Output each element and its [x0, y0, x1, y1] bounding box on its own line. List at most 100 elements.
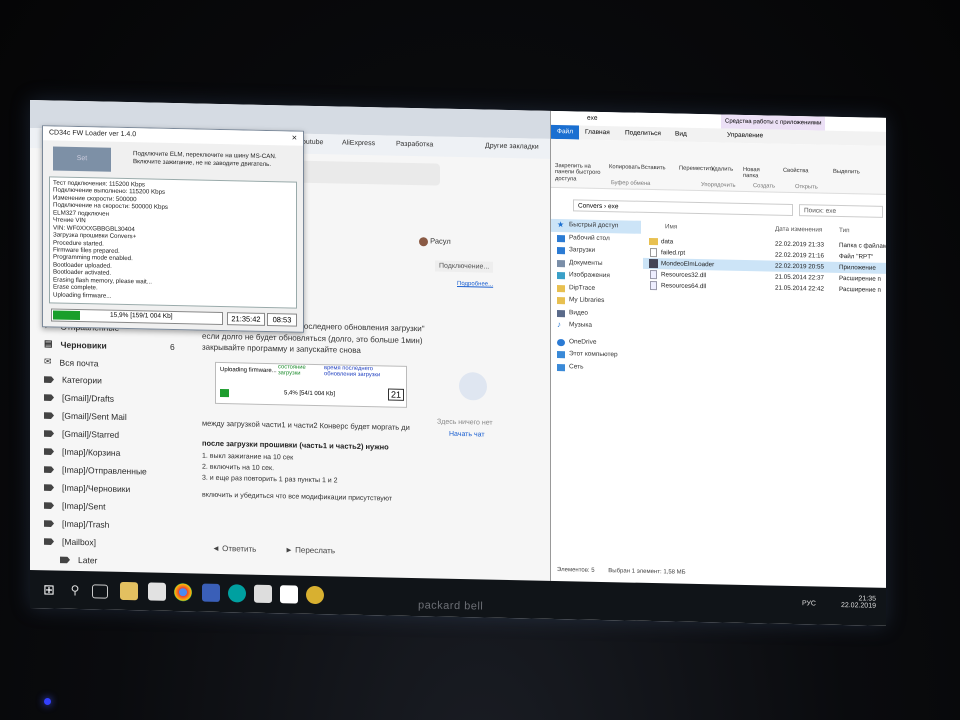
- system-tray: РУС 21:35 22.02.2019: [802, 595, 876, 610]
- language-indicator[interactable]: РУС: [802, 600, 816, 607]
- nav-label-item[interactable]: Later: [60, 555, 97, 565]
- label-icon: [60, 556, 70, 563]
- address-bar[interactable]: Convers › exe: [573, 199, 793, 216]
- nav-label-item[interactable]: [Imap]/Sent: [44, 500, 106, 512]
- tab-home[interactable]: Главная: [585, 129, 610, 137]
- chat-user-name: Расул: [430, 236, 451, 246]
- status-count: Элементов: 5: [557, 567, 595, 574]
- explorer-search[interactable]: Поиск: exe: [799, 204, 883, 218]
- notes-icon[interactable]: [280, 585, 298, 604]
- clock-date[interactable]: 22.02.2019: [841, 602, 876, 610]
- tree-label: My Libraries: [569, 296, 605, 305]
- arduino-icon[interactable]: [228, 584, 246, 603]
- tree-label: Документы: [569, 258, 603, 267]
- tree-item[interactable]: Сеть: [551, 360, 641, 374]
- reply-button[interactable]: ◄ Ответить: [212, 544, 256, 554]
- tree-label: DipTrace: [569, 283, 596, 292]
- nav-label-item[interactable]: [Gmail]/Starred: [44, 428, 119, 440]
- tree-label: Музыка: [569, 321, 592, 329]
- start-chat-link[interactable]: Начать чат: [449, 431, 485, 439]
- img-text: Uploading firmware...: [220, 366, 277, 375]
- col-type[interactable]: Тип: [839, 225, 850, 236]
- loader-app-icon[interactable]: [306, 585, 324, 605]
- save-icon[interactable]: [202, 583, 220, 602]
- forward-button[interactable]: ► Переслать: [285, 545, 335, 555]
- label-icon: [44, 412, 54, 419]
- tab-view[interactable]: Вид: [675, 131, 687, 138]
- music-icon: ♪: [557, 320, 561, 330]
- select-button[interactable]: Выделить: [833, 169, 860, 176]
- nav-label-item[interactable]: [Gmail]/Sent Mail: [44, 410, 127, 422]
- drafts-count: 6: [170, 341, 175, 352]
- tab-manage[interactable]: Управление: [727, 132, 763, 140]
- nav-label-item[interactable]: [Imap]/Trash: [44, 518, 109, 530]
- loader-start-button[interactable]: Set: [53, 146, 111, 172]
- explorer-icon[interactable]: [120, 581, 138, 601]
- loader-log: Тест подключения: 115200 Kbps Подключени…: [49, 176, 297, 309]
- dll-icon: [650, 269, 657, 280]
- loader-progress-bar: 15,9% [159/1 004 Kb]: [51, 308, 223, 326]
- store-icon[interactable]: [148, 582, 166, 601]
- bookmark-dev[interactable]: Разработка: [396, 141, 433, 149]
- file-name: data: [661, 238, 674, 246]
- nav-label-item[interactable]: [Mailbox]: [44, 536, 96, 547]
- pin-button[interactable]: Закрепить на панели быстрого доступа: [555, 163, 605, 183]
- search-icon[interactable]: ⚲: [66, 581, 84, 599]
- chat-user[interactable]: Расул: [419, 236, 451, 246]
- folder-icon: [649, 237, 658, 246]
- tree-label: Загрузки: [569, 246, 596, 254]
- group-clipboard: Буфер обмена: [611, 180, 651, 187]
- chat-details-link[interactable]: Подробнее...: [457, 281, 493, 288]
- mail-steps: 1. выкл зажигание на 10 сек 2. включить …: [202, 452, 338, 487]
- nav-label: [Imap]/Sent: [62, 500, 106, 512]
- close-icon[interactable]: ×: [292, 132, 297, 142]
- move-button[interactable]: Переместить: [679, 166, 715, 173]
- mail-step: 3. и еще раз повторить 1 раз пункты 1 и …: [202, 474, 338, 485]
- copy-button[interactable]: Копировать: [609, 164, 640, 171]
- label-icon: [44, 394, 54, 401]
- ribbon: Закрепить на панели быстрого доступа Коп…: [551, 138, 886, 195]
- nav-label-item[interactable]: [Imap]/Черновики: [44, 482, 130, 494]
- loader-title: CD34c FW Loader ver 1.4.0: [49, 129, 137, 139]
- tree-item[interactable]: ♪ Музыка: [551, 319, 641, 333]
- file-name: Resources64.dll: [661, 282, 707, 291]
- nav-label: [Imap]/Отправленные: [62, 464, 147, 477]
- col-date[interactable]: Дата изменения: [775, 224, 822, 236]
- nav-label-item[interactable]: [Imap]/Отправленные: [44, 464, 147, 476]
- task-view-icon[interactable]: [92, 584, 108, 599]
- avatar: [419, 236, 428, 246]
- nav-label-item[interactable]: [Gmail]/Drafts: [44, 392, 114, 404]
- chrome-icon[interactable]: [174, 583, 192, 602]
- packard-bell-logo: packard bell: [417, 599, 484, 613]
- nav-label: [Gmail]/Drafts: [62, 392, 114, 404]
- paste-button[interactable]: Вставить: [641, 165, 666, 172]
- img-progress-fill: [220, 388, 229, 398]
- windows-start-icon[interactable]: ⊞: [40, 580, 58, 598]
- group-organize: Упорядочить: [701, 182, 736, 189]
- nav-label-item[interactable]: [Imap]/Корзина: [44, 446, 120, 458]
- col-name[interactable]: Имя: [665, 221, 677, 232]
- tab-share[interactable]: Поделиться: [625, 129, 661, 137]
- tab-file[interactable]: Файл: [551, 124, 579, 140]
- label-icon: [44, 538, 54, 545]
- file-type: Расширение п: [839, 274, 881, 283]
- img-label-time: время последнего обновления загрузки: [324, 365, 381, 379]
- explorer-window: exe Средства работы с приложениями Файл …: [550, 110, 886, 588]
- mail-icon[interactable]: [254, 584, 272, 604]
- nav-all-mail[interactable]: ✉ Вся почта: [44, 356, 99, 368]
- mail-line: после загрузки прошивки (часть1 и часть2…: [202, 438, 389, 452]
- network-icon: [557, 363, 565, 371]
- bookmark-aliexpress[interactable]: AliExpress: [342, 140, 375, 148]
- dll-icon: [650, 280, 657, 291]
- nav-drafts[interactable]: ▤ Черновики 6: [44, 338, 175, 351]
- nav-categories[interactable]: Категории: [44, 374, 102, 386]
- video-icon: [557, 309, 565, 317]
- nav-label: Категории: [62, 374, 102, 386]
- label-icon: [44, 448, 54, 455]
- hangouts-icon: [459, 371, 487, 401]
- label-icon: [44, 376, 54, 383]
- bookmark-other[interactable]: Другие закладки: [485, 143, 539, 151]
- new-folder-button[interactable]: Новая папка: [743, 167, 771, 180]
- properties-button[interactable]: Свойства: [783, 168, 808, 175]
- delete-button[interactable]: Удалить: [711, 166, 733, 172]
